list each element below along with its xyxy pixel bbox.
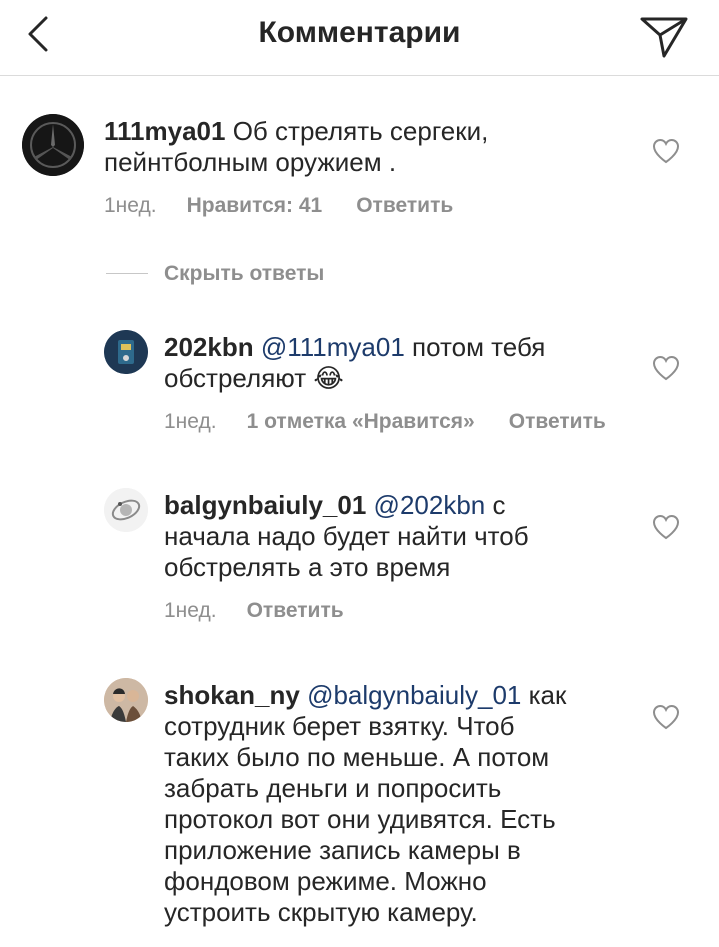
profile-photo-icon	[104, 678, 148, 722]
comment-username[interactable]: 111mya01	[104, 116, 225, 146]
profile-photo-icon	[104, 330, 148, 374]
likes-count[interactable]: Нравится: 41	[187, 194, 323, 218]
profile-photo-icon	[104, 488, 148, 532]
heart-outline-icon	[652, 514, 680, 540]
reply-button[interactable]: Ответить	[356, 194, 453, 218]
comment-body: Об стрелять сергеки,	[225, 116, 489, 146]
likes-count[interactable]: 1 отметка «Нравится»	[247, 410, 475, 434]
reply-meta: 1нед. 1 отметка «Нравится» Ответить	[164, 410, 606, 434]
reply-body: устроить скрытую камеру.	[164, 897, 478, 927]
reply-text: 202kbn @111mya01 потом тебя обстреляют 😂	[164, 332, 634, 394]
header-bar: Комментарии	[0, 0, 719, 76]
heart-outline-icon	[652, 704, 680, 730]
reply-body: сотрудник берет взятку. Чтоб	[164, 711, 515, 741]
reply-text: balgynbaiuly_01 @202kbn с начала надо бу…	[164, 490, 634, 583]
like-button[interactable]	[652, 355, 680, 381]
hide-replies-button[interactable]: Скрыть ответы	[164, 262, 324, 286]
comment-meta: 1нед. Нравится: 41 Ответить	[104, 194, 453, 218]
avatar[interactable]	[104, 330, 148, 374]
reply-username[interactable]: shokan_ny	[164, 680, 300, 710]
avatar[interactable]	[104, 678, 148, 722]
reply-button[interactable]: Ответить	[247, 599, 344, 623]
reply-body: таких было по меньше. А потом	[164, 742, 550, 772]
send-button[interactable]	[636, 10, 692, 60]
reply-body: приложение запись камеры в	[164, 835, 521, 865]
reply-username[interactable]: balgynbaiuly_01	[164, 490, 366, 520]
mercedes-logo-icon	[22, 114, 84, 176]
paper-plane-icon	[640, 17, 688, 58]
mention-link[interactable]: @202kbn	[374, 490, 486, 520]
reply-body: обстреляют 😂	[164, 363, 344, 393]
reply-time[interactable]: 1нед.	[164, 599, 217, 623]
reply-text: shokan_ny @balgynbaiuly_01 как сотрудник…	[164, 680, 634, 928]
reply-body: начала надо будет найти чтоб	[164, 521, 529, 551]
divider-line	[106, 273, 148, 274]
mention-link[interactable]: @111mya01	[261, 332, 405, 362]
comment-body: пейнтболным оружием .	[104, 147, 397, 177]
reply-body: протокол вот они удивятся. Есть	[164, 804, 556, 834]
heart-outline-icon	[652, 138, 680, 164]
reply-body: с	[485, 490, 506, 520]
like-button[interactable]	[652, 704, 680, 730]
reply-body: фондовом режиме. Можно	[164, 866, 487, 896]
heart-outline-icon	[652, 355, 680, 381]
reply-body: забрать деньги и попросить	[164, 773, 502, 803]
comments-screen: Комментарии 111mya01 Об стрелять сергеки…	[0, 0, 719, 947]
avatar[interactable]	[104, 488, 148, 532]
page-title: Комментарии	[258, 16, 461, 49]
reply-body: потом тебя	[404, 332, 546, 362]
reply-username[interactable]: 202kbn	[164, 332, 254, 362]
avatar[interactable]	[22, 114, 84, 176]
reply-time[interactable]: 1нед.	[164, 410, 217, 434]
reply-body: обстрелять а это время	[164, 552, 451, 582]
reply-button[interactable]: Ответить	[509, 410, 606, 434]
like-button[interactable]	[652, 514, 680, 540]
mention-link[interactable]: @balgynbaiuly_01	[307, 680, 521, 710]
reply-body: как	[521, 680, 567, 710]
like-button[interactable]	[652, 138, 680, 164]
reply-meta: 1нед. Ответить	[164, 599, 344, 623]
comment-time[interactable]: 1нед.	[104, 194, 157, 218]
comment-text: 111mya01 Об стрелять сергеки, пейнтболны…	[104, 116, 624, 178]
